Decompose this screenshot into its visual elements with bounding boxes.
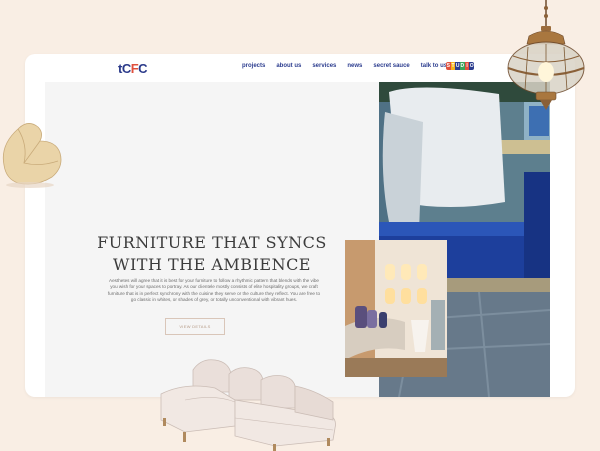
nav-talk-to-us[interactable]: talk to us <box>421 63 447 69</box>
studio-badge[interactable]: S T U D I O <box>446 62 474 70</box>
headline-line-1: FURNITURE THAT SYNCS <box>97 233 327 252</box>
sectional-sofa-icon <box>160 359 336 451</box>
hero-text-panel: FURNITURE THAT SYNCS WITH THE AMBIENCE A… <box>45 82 379 397</box>
headline-line-2: WITH THE AMBIENCE <box>113 255 311 274</box>
hero-body-text: Aesthetes will agree that it is best for… <box>107 278 321 302</box>
pendant-lamp-icon <box>507 0 585 110</box>
nav-projects[interactable]: projects <box>242 63 265 69</box>
studio-letter-o: O <box>469 62 474 70</box>
nav-services[interactable]: services <box>312 63 336 69</box>
nav-secret-sauce[interactable]: secret sauce <box>373 63 409 69</box>
nav-links: projects about us services news secret s… <box>242 63 458 69</box>
brand-logo[interactable]: tCFC <box>118 61 148 76</box>
nav-news[interactable]: news <box>347 63 362 69</box>
top-navigation: tCFC projects about us services news sec… <box>25 54 575 82</box>
hero-headline: FURNITURE THAT SYNCS WITH THE AMBIENCE <box>45 232 379 276</box>
nav-about-us[interactable]: about us <box>276 63 301 69</box>
logo-text-main: tC <box>118 61 131 76</box>
view-details-button[interactable]: VIEW DETAILS <box>165 318 225 335</box>
bean-bag-icon <box>2 123 62 188</box>
inset-photo-lounge <box>345 240 447 377</box>
website-card: tCFC projects about us services news sec… <box>25 54 575 397</box>
logo-text-end: C <box>138 61 148 76</box>
